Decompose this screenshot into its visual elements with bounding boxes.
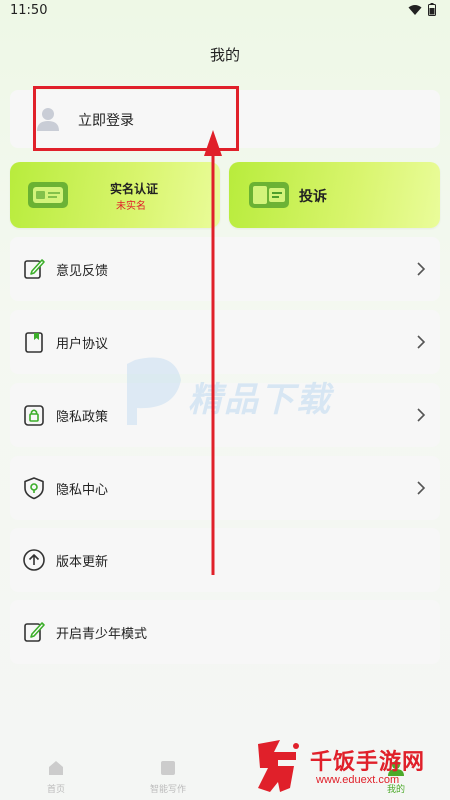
watermark-brand-url: www.eduext.com — [316, 774, 400, 786]
complaint-card[interactable]: 投诉 — [229, 162, 440, 228]
status-icons — [408, 3, 436, 16]
verify-status: 未实名 — [116, 201, 146, 212]
feedback-icon — [24, 259, 45, 279]
page-title: 我的 — [209, 46, 240, 64]
home-icon — [49, 761, 63, 775]
privacy-center-icon — [24, 477, 44, 500]
chevron-right-icon — [417, 408, 426, 422]
menu-label-agreement: 用户协议 — [56, 337, 109, 352]
complaint-icon — [249, 182, 289, 208]
chevron-right-icon — [417, 335, 426, 349]
verify-title: 实名认证 — [110, 182, 159, 196]
chevron-right-icon — [417, 262, 426, 276]
verify-card[interactable]: 实名认证 未实名 — [10, 162, 220, 228]
wifi-icon — [408, 4, 422, 15]
watermark-brand-logo — [258, 740, 299, 792]
complaint-title: 投诉 — [299, 189, 327, 205]
annotation-arrow — [204, 130, 222, 575]
watermark-center-logo — [127, 357, 181, 425]
battery-icon — [428, 3, 436, 16]
menu-item-youth-mode[interactable]: 开启青少年模式 — [10, 600, 440, 664]
writing-icon — [161, 761, 175, 775]
update-icon — [23, 549, 45, 571]
menu-label-privacy-policy: 隐私政策 — [56, 410, 109, 425]
nav-writing[interactable]: 智能写作 — [128, 760, 208, 795]
privacy-policy-icon — [24, 405, 44, 426]
menu-label-update: 版本更新 — [56, 555, 109, 570]
youth-mode-icon — [24, 622, 45, 642]
id-card-icon — [28, 182, 68, 208]
nav-label-home: 首页 — [46, 785, 65, 795]
status-time: 11:50 — [10, 3, 48, 18]
menu-label-youth-mode: 开启青少年模式 — [56, 627, 148, 642]
nav-label-writing: 智能写作 — [149, 785, 186, 795]
watermark-brand-text: 千饭手游网 — [310, 750, 426, 775]
menu-label-feedback: 意见反馈 — [56, 264, 109, 279]
chevron-right-icon — [417, 481, 426, 495]
menu-label-privacy-center: 隐私中心 — [56, 483, 109, 498]
status-bar: 11:50 — [0, 0, 450, 24]
nav-home[interactable]: 首页 — [16, 760, 96, 795]
agreement-icon — [25, 332, 43, 353]
